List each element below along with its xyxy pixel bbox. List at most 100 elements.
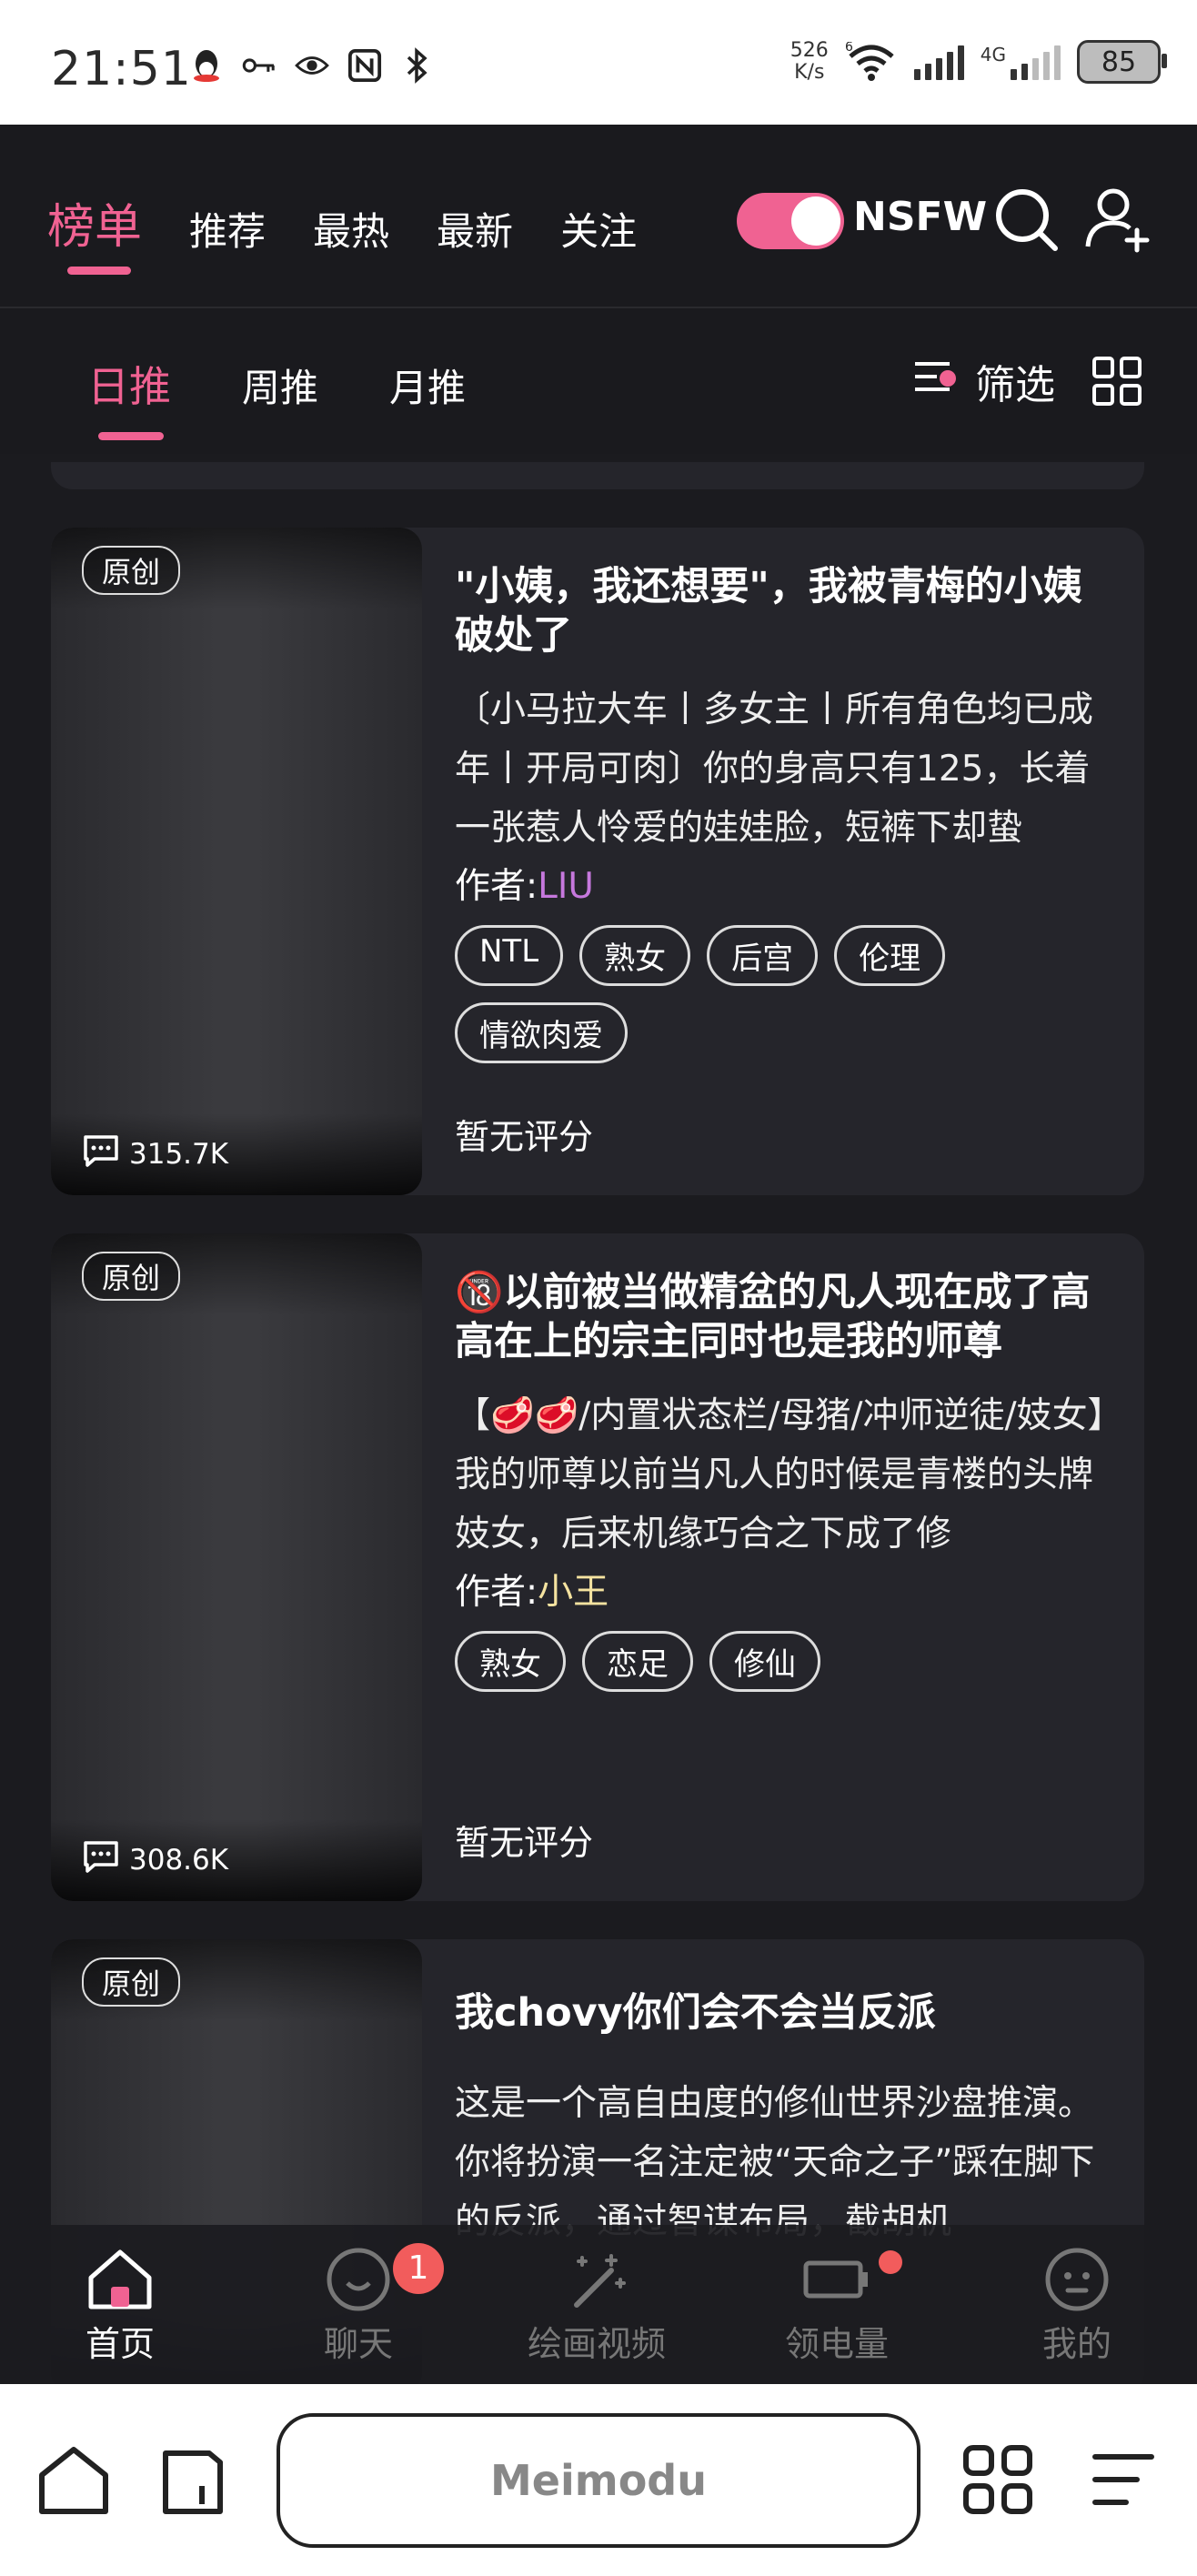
author-label: 作者: [455, 866, 538, 907]
card-author: 作者:小王 [455, 1565, 1110, 1620]
tab-recommend[interactable]: 推荐 [189, 201, 266, 257]
author-label: 作者: [455, 1572, 538, 1613]
grid-view-icon[interactable] [1091, 356, 1142, 407]
tag-list: 熟女 恋足 修仙 [455, 1631, 1110, 1692]
status-icons-right: 526 K/s 6 4G 85 [790, 40, 1167, 84]
card-rating: 暂无评分 [455, 1117, 594, 1157]
card-title: 我chovy你们会不会当反派 [455, 1990, 936, 2036]
active-subtab-indicator [98, 432, 164, 440]
search-icon[interactable] [991, 183, 1064, 256]
tab-hottest[interactable]: 最热 [313, 201, 389, 257]
apps-icon[interactable] [957, 2439, 1039, 2521]
url-bar[interactable]: Meimodu [277, 2413, 920, 2548]
tab-newest-label: 最新 [437, 209, 514, 254]
original-badge: 原创 [82, 546, 181, 595]
original-badge: 原创 [82, 1957, 181, 2007]
filter-button[interactable]: 筛选 [913, 352, 1055, 410]
energy-notification-dot [879, 2250, 902, 2274]
energy-icon [803, 2260, 868, 2299]
magic-wand-icon [574, 2254, 626, 2308]
tab-following-label: 关注 [560, 209, 638, 254]
card-author: 作者:LIU [455, 860, 1110, 914]
tag[interactable]: 情欲肉爱 [455, 1002, 628, 1063]
tab-ranking-label: 榜单 [47, 200, 143, 255]
author-name[interactable]: 小王 [538, 1572, 609, 1613]
toggle-knob [791, 196, 840, 246]
card-body: 我chovy你们会不会当反派 这是一个高自由度的修仙世界沙盘推演。你将扮演一名注… [455, 1988, 1110, 2251]
comment-count: 308.6K [82, 1839, 228, 1881]
tag[interactable]: 后宫 [707, 925, 819, 986]
card-description: 【🥩🥩/内置状态栏/母猪/冲师逆徒/妓女】我的师尊以前当凡人的时候是青楼的头牌妓… [455, 1395, 1106, 1555]
tab-weekly[interactable]: 周推 [242, 357, 318, 414]
tab-newest[interactable]: 最新 [437, 201, 513, 257]
comment-count-value: 308.6K [129, 1844, 229, 1877]
nav-mine[interactable]: 我的 [995, 2243, 1159, 2366]
original-badge: 原创 [82, 1252, 181, 1301]
menu-icon[interactable] [1082, 2439, 1164, 2521]
nav-mine-label: 我的 [1041, 2324, 1112, 2364]
signal-4g-icon: 4G [981, 44, 1061, 80]
nav-home[interactable]: 首页 [38, 2243, 202, 2366]
battery-icon: 85 [1077, 40, 1167, 84]
nsfw-toggle[interactable] [737, 193, 844, 249]
bottom-nav: 首页 聊天 绘画视频 领电量 我的 [0, 2225, 1197, 2384]
tab-monthly-label: 月推 [389, 366, 467, 410]
tab-following[interactable]: 关注 [560, 201, 637, 257]
home-icon[interactable] [33, 2439, 115, 2521]
card-thumbnail [51, 528, 422, 1195]
tab-weekly-label: 周推 [242, 366, 319, 410]
card-title: 🔞以前被当做精盆的凡人现在成了高高在上的宗主同时也是我的师尊 [455, 1270, 1091, 1364]
previous-card-edge [51, 462, 1144, 489]
filter-label: 筛选 [975, 362, 1055, 408]
nav-draw-video[interactable]: 绘画视频 [515, 2243, 679, 2366]
tag[interactable]: NTL [455, 925, 564, 986]
tag[interactable]: 熟女 [455, 1631, 566, 1692]
tab-monthly[interactable]: 月推 [389, 357, 466, 414]
card-body: 🔞以前被当做精盆的凡人现在成了高高在上的宗主同时也是我的师尊 【🥩🥩/内置状态栏… [455, 1268, 1110, 1692]
eye-icon [295, 47, 329, 84]
nav-chat-label: 聊天 [323, 2324, 393, 2364]
signal-icon [913, 44, 964, 80]
tag-list: NTL 熟女 后宫 伦理 情欲肉爱 [455, 925, 1110, 1063]
comment-icon [82, 1839, 120, 1881]
nsfw-label: NSFW [853, 194, 988, 240]
url-text: Meimodu [490, 2456, 707, 2505]
tag[interactable]: 熟女 [579, 925, 691, 986]
tab-daily[interactable]: 日推 [87, 354, 171, 440]
tabs-icon[interactable] [155, 2439, 236, 2521]
key-icon [242, 47, 277, 84]
period-tabs: 日推 周推 月推 [87, 354, 466, 440]
profile-icon [1045, 2248, 1109, 2311]
story-card[interactable]: 原创 315.7K "小姨，我还想要"，我被青梅的小姨破处了 〔小马拉大车丨多女… [51, 528, 1144, 1195]
comment-count: 315.7K [82, 1133, 228, 1175]
add-user-icon[interactable] [1082, 183, 1155, 256]
comment-icon [82, 1133, 120, 1175]
card-thumbnail [51, 1233, 422, 1901]
filter-icon [913, 357, 961, 407]
browser-toolbar: Meimodu [0, 2384, 1197, 2576]
bluetooth-icon [400, 47, 435, 84]
status-bar: 21:51 526 K/s 6 4G 85 [0, 0, 1197, 125]
story-card[interactable]: 原创 308.6K 🔞以前被当做精盆的凡人现在成了高高在上的宗主同时也是我的师尊… [51, 1233, 1144, 1901]
nav-get-energy-label: 领电量 [784, 2324, 889, 2364]
nav-home-label: 首页 [85, 2324, 155, 2364]
chat-notification-badge: 1 [393, 2243, 444, 2294]
status-time: 21:51 [51, 42, 192, 96]
active-tab-indicator [67, 267, 131, 275]
wifi-icon: 6 [845, 42, 898, 81]
main-tabs: 榜单 推荐 最热 最新 关注 [47, 188, 637, 275]
tab-recommend-label: 推荐 [189, 209, 267, 254]
network-speed: 526 K/s [790, 40, 829, 84]
comment-count-value: 315.7K [129, 1138, 229, 1171]
nfc-icon [347, 47, 382, 84]
tab-ranking[interactable]: 榜单 [47, 188, 143, 275]
card-rating: 暂无评分 [455, 1823, 594, 1863]
author-name[interactable]: LIU [538, 866, 594, 907]
tag[interactable]: 修仙 [709, 1631, 820, 1692]
sub-header: 日推 周推 月推 筛选 [0, 308, 1197, 454]
top-header: 榜单 推荐 最热 最新 关注 NSFW [0, 125, 1197, 308]
tag[interactable]: 恋足 [582, 1631, 693, 1692]
tag[interactable]: 伦理 [834, 925, 946, 986]
card-title: "小姨，我还想要"，我被青梅的小姨破处了 [455, 564, 1082, 659]
network-speed-value: 526 [790, 39, 829, 62]
